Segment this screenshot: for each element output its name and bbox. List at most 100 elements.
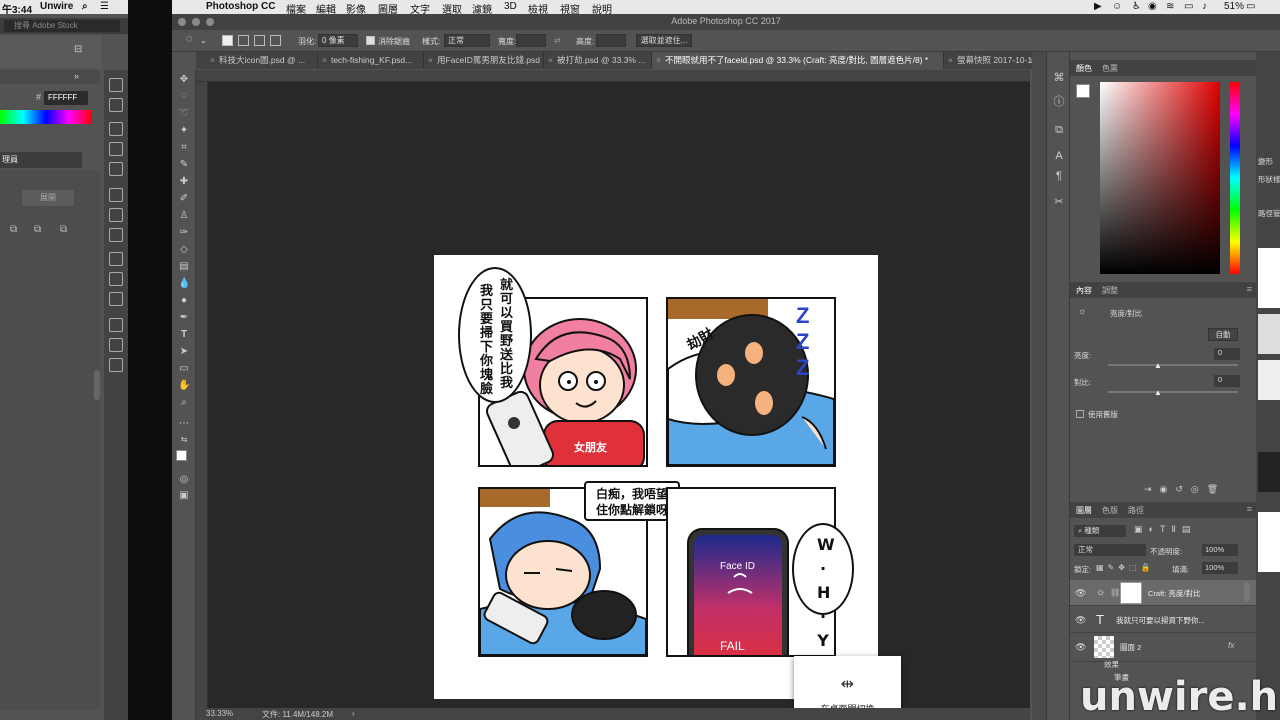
link-icon[interactable]: ⛓ (1110, 588, 1120, 597)
circle-icon[interactable] (109, 228, 123, 242)
tab-document-4[interactable]: × 被打劫.psd @ 33.3% ... (544, 52, 652, 69)
layer-icon[interactable]: ⧉ (10, 224, 17, 235)
properties-footer-icons[interactable]: ⇥◉↺◎🗑 (1144, 484, 1226, 495)
layer-mask-thumbnail[interactable] (1120, 582, 1142, 604)
bg-app-name[interactable]: Unwire (40, 1, 73, 12)
auto-button[interactable]: 自動 (1208, 328, 1238, 341)
antialias-checkbox[interactable] (366, 36, 375, 45)
close-tab-icon[interactable]: × (548, 55, 553, 65)
wifi-icon[interactable]: ≋ (1166, 1, 1174, 12)
move-tool-icon[interactable]: ✥ (178, 74, 190, 86)
bg-scrollbar[interactable] (94, 370, 100, 400)
dodge-tool-icon[interactable]: ● (178, 295, 190, 307)
thumbnail-strip[interactable] (1258, 248, 1280, 308)
play-icon[interactable]: ▶ (1094, 1, 1102, 12)
tab-document-1[interactable]: × 科技大icon圖.psd @ ... (206, 52, 318, 69)
clone-source-icon[interactable]: ⧉ (1053, 124, 1065, 136)
clone-stamp-icon[interactable]: ♙ (178, 210, 190, 222)
layer-row-adjustment[interactable]: 👁 ☼ ⛓ Craft: 亮度/對比 (1070, 580, 1256, 606)
sun-icon[interactable] (109, 272, 123, 286)
zoom-level[interactable]: 33.33% (206, 709, 233, 718)
thumbnail-strip-3[interactable] (1258, 360, 1280, 400)
shape-style-label[interactable]: 形狀樣式 (1258, 174, 1280, 185)
tab-document-6[interactable]: × 螢幕快照 2017-10-1 (944, 52, 1040, 69)
marquee-tool-icon[interactable]: ◌ (178, 90, 190, 102)
path-manage-label[interactable]: 路徑管理 (1258, 208, 1280, 219)
fill-icon[interactable] (109, 208, 123, 222)
tab-document-3[interactable]: × 用FaceID罵男朋友比錢.psd (424, 52, 544, 69)
path-select-icon[interactable]: ➤ (178, 346, 190, 358)
share-icon[interactable] (109, 318, 123, 332)
visibility-eye-icon[interactable]: 👁 (1075, 588, 1086, 599)
layer-name[interactable]: 圖面 2 (1120, 642, 1141, 653)
fx-icon[interactable]: fx (1228, 641, 1234, 650)
user-icon[interactable]: ☺ (1112, 1, 1122, 12)
tab-channels[interactable]: 色版 (1102, 505, 1118, 516)
magic-wand-icon[interactable]: ✦ (178, 125, 190, 137)
select-mask-button[interactable]: 選取並遮住... (636, 34, 692, 47)
align-icon[interactable]: ⊟ (74, 44, 82, 55)
color-field[interactable] (1100, 82, 1220, 274)
bg-color-spectrum[interactable] (0, 110, 92, 124)
tab-document-2[interactable]: × tech-fishing_KF.psd... (318, 52, 424, 69)
hand-icon[interactable] (109, 142, 123, 156)
chevron-down-icon[interactable]: ⌄ (200, 36, 207, 45)
volume-icon[interactable]: ♪ (1202, 1, 1207, 12)
paragraph-icon[interactable]: ¶ (1053, 170, 1065, 182)
close-tab-icon[interactable]: × (428, 55, 433, 65)
spiral-icon[interactable] (109, 252, 123, 266)
layers-scrollbar[interactable] (1244, 582, 1250, 602)
brush-tool-icon[interactable]: ✐ (178, 193, 190, 205)
layer-row-text[interactable]: 👁 T 我就只可要以掃買下野你... (1070, 607, 1256, 633)
add-selection-icon[interactable] (238, 35, 249, 46)
info-icon[interactable]: ⓘ (1053, 96, 1065, 108)
menu-3d[interactable]: 3D (504, 1, 517, 12)
hand-tool-icon[interactable]: ✋ (178, 380, 190, 392)
thumbnail-strip-4[interactable] (1258, 452, 1280, 492)
document-canvas[interactable]: 女朋友 就可以買野送比我 我只要掃下你塊臉 劫財 Z Z Z 白痴，我唔望 住你… (434, 255, 878, 699)
gradient-icon[interactable] (109, 98, 123, 112)
layer-thumbnail[interactable] (1094, 636, 1114, 658)
feather-input[interactable]: 0 像素 (318, 34, 358, 47)
visibility-eye-icon[interactable]: 👁 (1075, 642, 1086, 653)
crop-tool-icon[interactable]: ⌗ (178, 142, 190, 154)
status-chevron-icon[interactable]: › (352, 709, 355, 718)
palette-icon[interactable] (109, 78, 123, 92)
tab-properties[interactable]: 內容 (1076, 285, 1092, 296)
subtract-selection-icon[interactable] (254, 35, 265, 46)
eyedropper-icon[interactable]: ✎ (178, 159, 190, 171)
mask-icon[interactable]: ⧉ (60, 224, 67, 235)
brightness-thumb[interactable]: ▲ (1154, 361, 1162, 370)
visibility-eye-icon[interactable]: 👁 (1075, 615, 1086, 626)
lasso-tool-icon[interactable]: ➰ (178, 108, 190, 120)
stack-icon[interactable] (109, 338, 123, 352)
shape-panel-label[interactable]: 變形 (1258, 156, 1273, 167)
height-input[interactable] (596, 34, 626, 47)
screen-mode-icon[interactable]: ▣ (178, 490, 190, 502)
character-icon[interactable]: A (1053, 150, 1065, 162)
rectangle-tool-icon[interactable]: ▭ (178, 363, 190, 375)
duplicate-icon[interactable]: ⧉ (34, 224, 41, 235)
hue-slider[interactable] (1230, 82, 1240, 274)
swap-icon[interactable]: ⇄ (554, 36, 561, 45)
marquee-preset-icon[interactable]: ◌ (186, 33, 193, 45)
horizontal-ruler[interactable] (196, 70, 1030, 82)
healing-brush-icon[interactable]: ✚ (178, 176, 190, 188)
stock-search-input[interactable]: 搜尋 Adobe Stock (4, 20, 120, 32)
accessibility-icon[interactable]: ♿ (1132, 1, 1141, 12)
list-icon[interactable]: ☰ (100, 1, 109, 12)
bg-panel-tab[interactable]: 理員 (0, 152, 82, 168)
contrast-thumb[interactable]: ▲ (1154, 388, 1162, 397)
close-tab-icon[interactable]: × (656, 55, 661, 65)
fill-input[interactable]: 100% (1202, 562, 1238, 574)
lock-icons[interactable]: ▦✎✥⬚🔒 (1096, 563, 1154, 572)
width-input[interactable] (516, 34, 546, 47)
layer-name[interactable]: Craft: 亮度/對比 (1148, 588, 1201, 599)
battery-icon[interactable]: ▭ (1246, 1, 1255, 12)
zoom-tool-icon[interactable]: ⌕ (178, 397, 190, 409)
vertical-ruler[interactable] (196, 82, 208, 708)
intersect-selection-icon[interactable] (270, 35, 281, 46)
properties-menu-icon[interactable]: ≡ (1247, 284, 1252, 294)
tab-layers[interactable]: 圖層 (1076, 505, 1092, 516)
copy-icon[interactable] (109, 358, 123, 372)
